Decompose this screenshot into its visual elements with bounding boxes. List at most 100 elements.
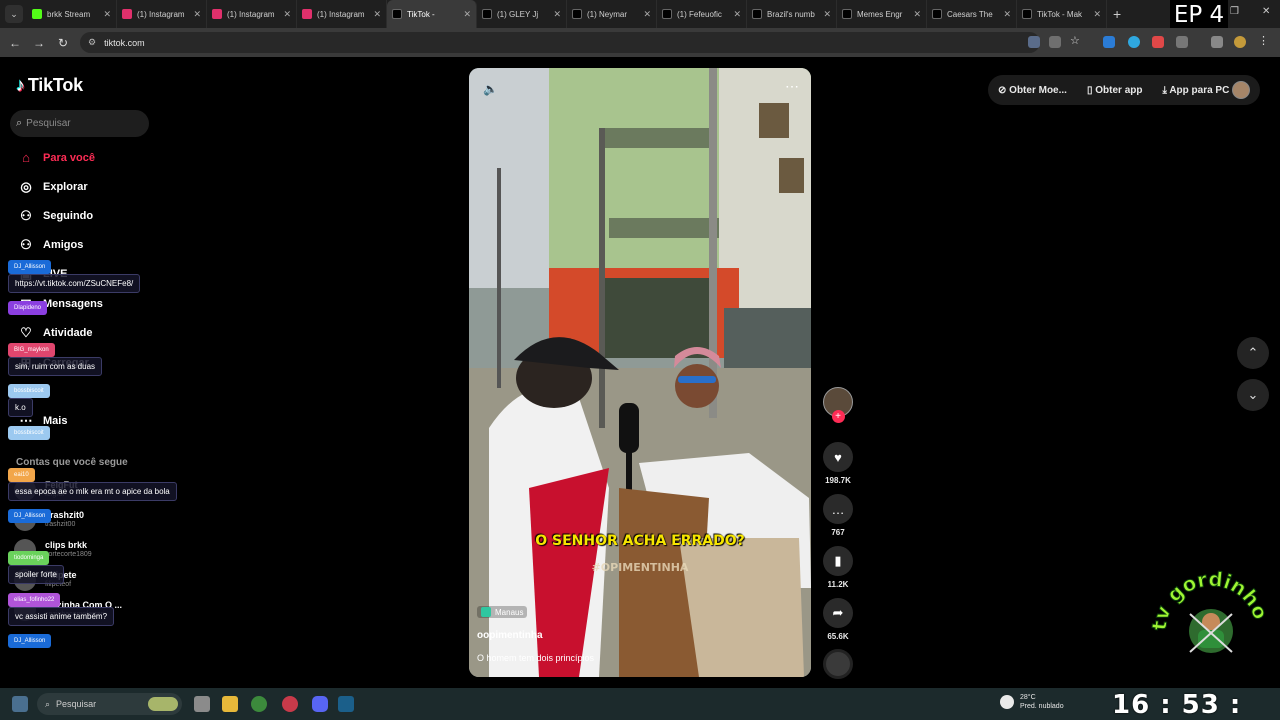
nav-item-following[interactable]: ⚇ Seguindo [16, 208, 93, 224]
nav-item-home[interactable]: ⌂ Para você [16, 150, 95, 165]
chrome-icon[interactable] [251, 696, 267, 712]
app-icon[interactable] [282, 696, 298, 712]
bookmark-star-icon[interactable]: ☆ [1070, 34, 1082, 47]
tab-close-icon[interactable]: ✕ [643, 9, 651, 20]
share-button[interactable]: ➦ 65.6K [820, 598, 856, 641]
follow-plus-icon[interactable]: + [831, 410, 845, 423]
author-avatar[interactable]: + [820, 387, 856, 423]
browser-menu-icon[interactable]: ⋮ [1258, 34, 1270, 47]
nav-item-activity[interactable]: ♡ Atividade [16, 325, 92, 341]
new-tab-button[interactable]: + [1113, 6, 1121, 22]
browser-tab[interactable]: Caesars The ✕ [927, 0, 1017, 28]
user-avatar[interactable] [1232, 81, 1250, 99]
account-handle: trashzit00 [45, 521, 76, 528]
music-disc[interactable] [820, 649, 856, 679]
tab-close-icon[interactable]: ✕ [103, 9, 111, 20]
location-icon [481, 607, 491, 617]
pc-app-button[interactable]: ⤓ App para PC [1162, 85, 1239, 96]
nav-item-compass[interactable]: ◎ Explorar [16, 179, 87, 195]
cloud-icon [1000, 695, 1014, 709]
location-label: Manaus [495, 607, 524, 617]
browser-tab[interactable]: TikTok - ✕ [387, 0, 477, 28]
previous-video-button[interactable]: ⌃ [1237, 337, 1269, 369]
location-chip[interactable]: Manaus [477, 606, 528, 618]
extension-icon[interactable] [1103, 36, 1115, 48]
friends-icon: ⚇ [20, 237, 32, 252]
cast-icon[interactable] [1049, 36, 1061, 48]
tab-close-icon[interactable]: ✕ [463, 9, 471, 20]
task-view-icon[interactable] [194, 696, 210, 712]
tab-close-icon[interactable]: ✕ [553, 9, 561, 20]
video-player[interactable]: 🔈 ⋯ O SENHOR ACHA ERRADO? #OPIMENTINHA M… [469, 68, 811, 677]
browser-tab[interactable]: brkk Stream ✕ [27, 0, 117, 28]
taskbar-search-label: Pesquisar [56, 699, 97, 709]
browser-tab[interactable]: (1) GLEY Jj ✕ [477, 0, 567, 28]
tab-close-icon[interactable]: ✕ [193, 9, 201, 20]
account-handle: cortecorte1809 [45, 551, 92, 558]
video-frame [469, 68, 811, 677]
back-icon[interactable]: ← [3, 36, 27, 50]
weather-widget[interactable]: 28°C Pred. nublado [1000, 693, 1064, 711]
tab-title: Memes Engr [857, 9, 903, 19]
browser-tab[interactable]: (1) Instagram ✕ [297, 0, 387, 28]
reload-icon[interactable]: ↻ [51, 36, 75, 50]
save-button[interactable]: ▮ 11.2K [820, 546, 856, 589]
video-options-icon[interactable]: ⋯ [785, 78, 799, 95]
browser-tab[interactable]: (1) Instagram ✕ [207, 0, 297, 28]
share-icon: ➦ [823, 598, 853, 628]
like-button[interactable]: ♥ 198.7K [820, 442, 856, 485]
reading-list-icon[interactable] [1211, 36, 1223, 48]
site-info-icon[interactable]: ⚙ [88, 37, 96, 48]
tab-title: (1) Neymar [587, 9, 628, 19]
tiktok-page: ♪ TikTok ⌕ Pesquisar ⌂ Para você ◎ Explorar… [0, 57, 1280, 688]
nav-item-friends[interactable]: ⚇ Amigos [16, 237, 83, 253]
forward-icon[interactable]: → [27, 36, 51, 50]
browser-tab[interactable]: TikTok - Mak ✕ [1017, 0, 1107, 28]
get-app-label: Obter app [1095, 84, 1143, 96]
browser-tab[interactable]: (1) Neymar ✕ [567, 0, 657, 28]
url-text: tiktok.com [104, 37, 145, 48]
mute-icon[interactable]: 🔈 [483, 82, 498, 96]
tiktok-logo[interactable]: ♪ TikTok [16, 75, 83, 96]
next-video-button[interactable]: ⌄ [1237, 379, 1269, 411]
tab-close-icon[interactable]: ✕ [283, 9, 291, 20]
start-icon[interactable] [12, 696, 28, 712]
comment-button[interactable]: … 767 [820, 494, 856, 537]
browser-tab[interactable]: (1) Instagram ✕ [117, 0, 207, 28]
episode-badge: EP 4 [1170, 0, 1228, 30]
tab-close-icon[interactable]: ✕ [1093, 9, 1101, 20]
browser-tab[interactable]: Brazil's numb ✕ [747, 0, 837, 28]
get-app-button[interactable]: ▯ Obter app [1087, 85, 1153, 96]
tab-search-button[interactable]: ⌄ [5, 5, 23, 23]
browser-tab-bar: ⌄ brkk Stream ✕ (1) Instagram ✕ (1) Instagra… [0, 0, 1280, 28]
tab-close-icon[interactable]: ✕ [1003, 9, 1011, 20]
steam-icon[interactable] [338, 696, 354, 712]
address-bar[interactable]: ⚙ tiktok.com [80, 32, 1040, 53]
profile-avatar[interactable] [1234, 36, 1246, 48]
chat-username: tiodominga [8, 551, 50, 565]
file-explorer-icon[interactable] [222, 696, 238, 712]
tab-favicon-icon [932, 9, 942, 19]
tab-close-icon[interactable]: ✕ [373, 9, 381, 20]
extension-icon[interactable] [1128, 36, 1140, 48]
translate-icon[interactable] [1028, 36, 1040, 48]
tab-close-icon[interactable]: ✕ [913, 9, 921, 20]
account-names: clips brkk cortecorte1809 [45, 540, 92, 560]
taskbar-search[interactable]: ⌕ Pesquisar [37, 693, 182, 715]
chat-username: BIG_maykon [8, 343, 55, 357]
video-author[interactable]: oopimentinha [477, 630, 543, 641]
close-window-icon[interactable]: ✕ [1262, 6, 1270, 17]
nav-item-label: Amigos [43, 239, 84, 251]
extension-icon[interactable] [1152, 36, 1164, 48]
browser-tab[interactable]: (1) Fefeuofic ✕ [657, 0, 747, 28]
tab-close-icon[interactable]: ✕ [823, 9, 831, 20]
search-input[interactable]: ⌕ Pesquisar [10, 110, 149, 137]
stream-clock: 16 : 53 : 43 [1112, 690, 1242, 720]
search-placeholder: Pesquisar [26, 118, 71, 129]
tab-close-icon[interactable]: ✕ [733, 9, 741, 20]
maximize-icon[interactable]: ❐ [1230, 6, 1239, 17]
browser-tab[interactable]: Memes Engr ✕ [837, 0, 927, 28]
discord-icon[interactable] [312, 696, 328, 712]
get-coins-button[interactable]: ⊘ Obter Moe... [998, 85, 1077, 96]
extensions-puzzle-icon[interactable] [1176, 36, 1188, 48]
